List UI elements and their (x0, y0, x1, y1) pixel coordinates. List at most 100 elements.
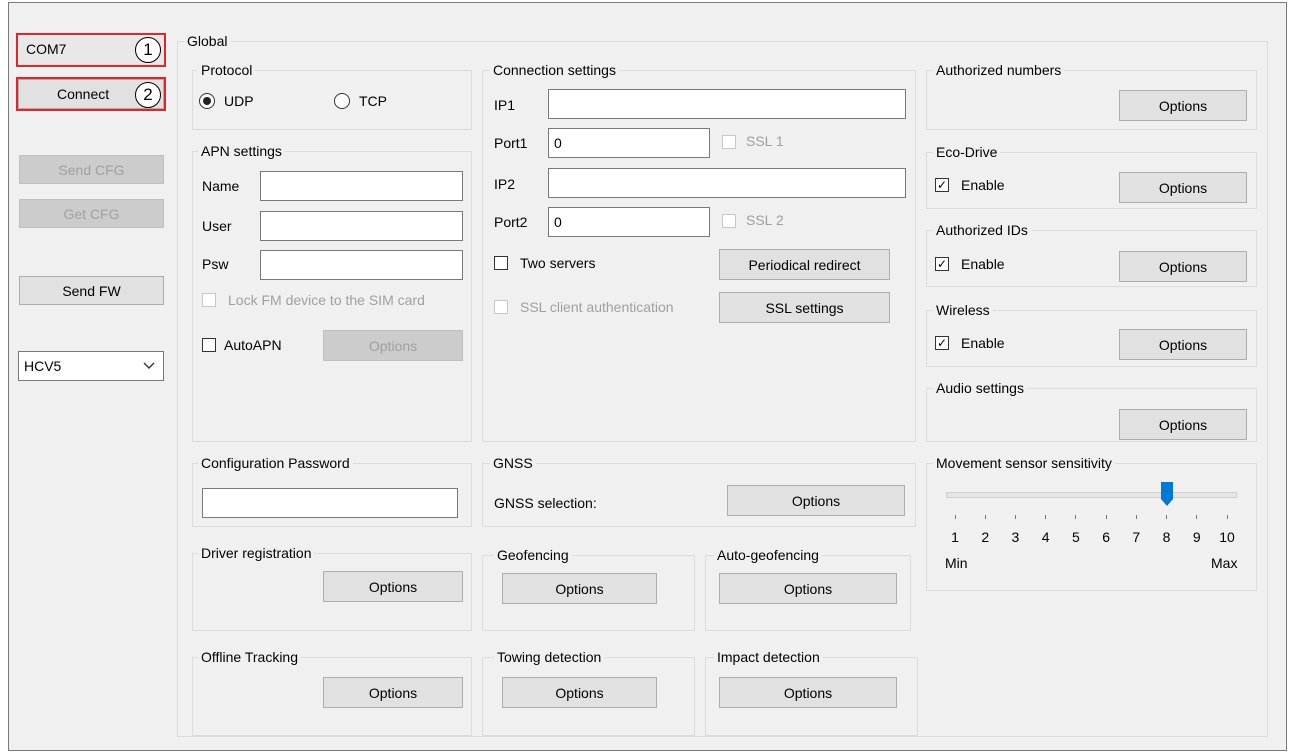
eco-drive-title: Eco-Drive (933, 144, 1001, 160)
gnss-options-label: Options (791, 492, 841, 509)
port1-label: Port1 (494, 135, 528, 151)
gnss-options-button[interactable]: Options (727, 485, 905, 516)
slider-tick-mark (984, 515, 986, 519)
autoapn-checkbox[interactable] (202, 338, 216, 352)
eco-drive-options-button[interactable]: Options (1119, 172, 1247, 203)
get-cfg-label: Get CFG (63, 205, 120, 222)
slider-tick-label: 3 (1011, 529, 1020, 545)
autoapn-label: AutoAPN (224, 337, 282, 353)
offline-tracking-options-label: Options (368, 684, 418, 701)
audio-settings-title: Audio settings (933, 380, 1027, 396)
lock-sim-checkbox[interactable] (202, 293, 216, 307)
driver-registration-title: Driver registration (198, 545, 315, 561)
towing-detection-title: Towing detection (494, 649, 605, 665)
slider-tick-mark (954, 515, 956, 519)
config-password-input[interactable] (202, 488, 458, 518)
towing-detection-options-label: Options (555, 684, 604, 701)
send-fw-label: Send FW (62, 282, 121, 299)
slider-tick-label: 2 (981, 529, 990, 545)
authorized-ids-enable-label: Enable (961, 256, 1005, 272)
port1-input[interactable] (548, 128, 710, 158)
send-cfg-button[interactable]: Send CFG (19, 155, 164, 184)
auto-geofencing-options-button[interactable]: Options (719, 573, 897, 604)
chevron-down-icon (143, 362, 155, 369)
slider-tick-label: 7 (1132, 529, 1141, 545)
apn-options-label: Options (368, 337, 418, 354)
authorized-numbers-options-button[interactable]: Options (1119, 90, 1247, 121)
offline-tracking-title: Offline Tracking (198, 649, 302, 665)
towing-detection-options-button[interactable]: Options (502, 677, 657, 708)
slider-min-label: Min (945, 555, 968, 571)
ssl1-checkbox[interactable] (722, 135, 736, 149)
lock-sim-label: Lock FM device to the SIM card (228, 292, 425, 308)
connection-settings-title: Connection settings (490, 62, 619, 78)
slider-tick-mark (1014, 515, 1016, 519)
wireless-title: Wireless (933, 302, 993, 318)
config-password-title: Configuration Password (198, 455, 353, 471)
ssl-client-auth-checkbox[interactable] (494, 300, 508, 314)
apn-psw-label: Psw (202, 256, 229, 272)
authorized-ids-title: Authorized IDs (933, 222, 1031, 238)
geofencing-options-label: Options (555, 580, 604, 597)
offline-tracking-options-button[interactable]: Options (323, 677, 463, 708)
slider-tick-mark (1105, 515, 1107, 519)
two-servers-checkbox[interactable] (494, 256, 508, 270)
get-cfg-button[interactable]: Get CFG (19, 199, 164, 228)
apn-name-input[interactable] (260, 171, 463, 201)
impact-detection-title: Impact detection (714, 649, 823, 665)
device-model-select[interactable]: HCV5 (18, 351, 164, 381)
wireless-enable-label: Enable (961, 335, 1005, 351)
apn-user-label: User (202, 218, 232, 234)
udp-radio[interactable] (199, 93, 215, 109)
slider-tick-mark (1226, 515, 1228, 519)
authorized-ids-enable-checkbox[interactable]: ✓ (935, 257, 949, 271)
audio-options-button[interactable]: Options (1119, 409, 1247, 440)
driver-registration-options-label: Options (368, 578, 418, 595)
tcp-radio[interactable] (334, 93, 350, 109)
ip2-label: IP2 (494, 176, 516, 192)
send-fw-button[interactable]: Send FW (19, 276, 164, 305)
wireless-options-label: Options (1158, 336, 1208, 353)
slider-thumb[interactable] (1160, 481, 1174, 507)
callout-marker-2: 2 (135, 82, 161, 108)
ip1-input[interactable] (548, 89, 906, 119)
impact-detection-options-label: Options (783, 684, 833, 701)
gnss-title: GNSS (490, 455, 536, 471)
driver-registration-options-button[interactable]: Options (323, 571, 463, 602)
slider-tick-mark (1075, 515, 1077, 519)
slider-tick-mark (1135, 515, 1137, 519)
slider-tick-label: 4 (1041, 529, 1050, 545)
apn-options-button[interactable]: Options (323, 330, 463, 361)
wireless-enable-checkbox[interactable]: ✓ (935, 336, 949, 350)
movement-sensor-title: Movement sensor sensitivity (933, 455, 1115, 471)
impact-detection-options-button[interactable]: Options (719, 677, 897, 708)
apn-settings-title: APN settings (198, 143, 285, 159)
slider-track (946, 492, 1237, 498)
wireless-options-button[interactable]: Options (1119, 329, 1247, 360)
apn-user-input[interactable] (260, 211, 463, 241)
authorized-ids-options-button[interactable]: Options (1119, 251, 1247, 282)
geofencing-options-button[interactable]: Options (502, 573, 657, 604)
ssl-client-auth-label: SSL client authentication (520, 299, 674, 315)
ssl-settings-label: SSL settings (765, 299, 844, 316)
two-servers-label: Two servers (520, 255, 596, 271)
geofencing-title: Geofencing (494, 547, 572, 563)
slider-tick-mark (1196, 515, 1198, 519)
ip1-label: IP1 (494, 97, 516, 113)
sensitivity-slider[interactable] (940, 478, 1240, 518)
slider-tick-label: 9 (1192, 529, 1201, 545)
global-title: Global (184, 33, 231, 49)
eco-drive-enable-checkbox[interactable]: ✓ (935, 178, 949, 192)
ssl-settings-button[interactable]: SSL settings (719, 292, 890, 323)
eco-drive-options-label: Options (1158, 179, 1208, 196)
slider-max-label: Max (1211, 555, 1238, 571)
ip2-input[interactable] (548, 168, 906, 198)
udp-label: UDP (224, 93, 254, 109)
port2-input[interactable] (548, 207, 710, 237)
send-cfg-label: Send CFG (58, 161, 125, 178)
periodical-redirect-button[interactable]: Periodical redirect (719, 249, 890, 280)
protocol-title: Protocol (198, 62, 256, 78)
apn-psw-input[interactable] (260, 250, 463, 280)
slider-tick-label: 10 (1219, 529, 1235, 545)
ssl2-checkbox[interactable] (722, 214, 736, 228)
